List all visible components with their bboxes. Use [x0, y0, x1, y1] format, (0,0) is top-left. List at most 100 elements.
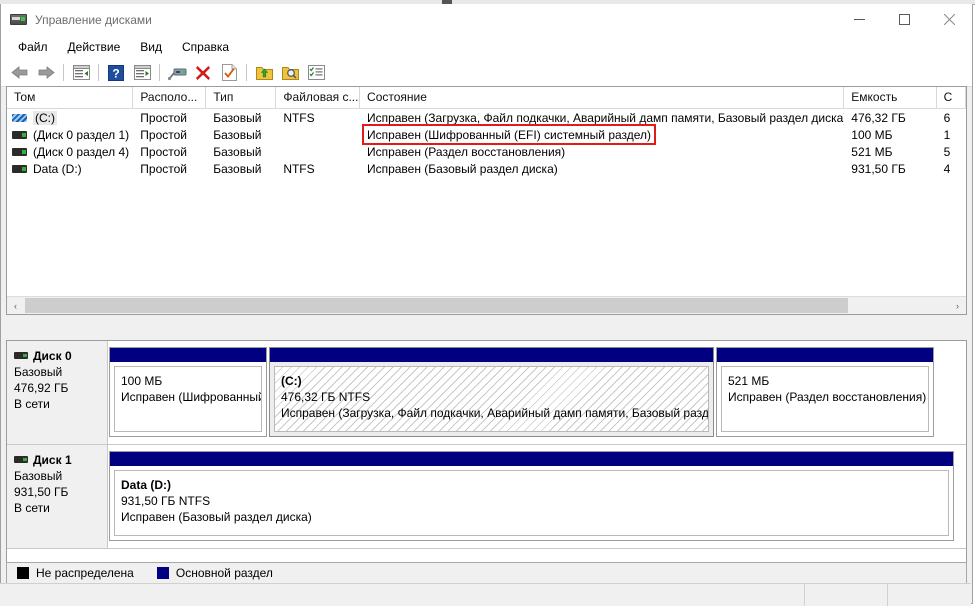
cell-type: Базовый	[213, 127, 262, 142]
scrollbar-track[interactable]	[24, 297, 949, 314]
disk-partitions-0: 100 МБ Исправен (Шифрованный (C:) 476,32…	[108, 341, 966, 444]
table-row[interactable]: (Диск 0 раздел 1) Простой Базовый Исправ…	[7, 126, 966, 143]
column-header-filesystem[interactable]: Файловая с...	[276, 87, 361, 108]
disk-graphical-view[interactable]: Диск 0 Базовый 476,92 ГБ В сети 100 МБ И…	[6, 340, 967, 578]
disk-row-1[interactable]: Диск 1 Базовый 931,50 ГБ В сети Data (D:…	[7, 445, 966, 549]
cell-free: 1	[943, 127, 951, 142]
back-icon[interactable]	[7, 61, 33, 85]
legend-unallocated-swatch	[17, 567, 29, 579]
volume-striped-icon	[12, 113, 27, 123]
toolbar-separator	[246, 64, 247, 81]
table-row[interactable]: Data (D:) Простой Базовый NTFS Исправен …	[7, 160, 966, 177]
volume-name: Data (D:)	[33, 161, 82, 176]
partition-size: 476,32 ГБ NTFS	[281, 390, 371, 404]
partition-label: Data (D:)	[121, 478, 171, 492]
menu-view[interactable]: Вид	[130, 37, 172, 57]
partition-cap	[110, 348, 266, 362]
horizontal-scrollbar[interactable]: ‹ ›	[7, 296, 966, 314]
cell-status: Исправен (Шифрованный (EFI) системный ра…	[366, 127, 652, 142]
partition-body: (C:) 476,32 ГБ NTFS Исправен (Загрузка, …	[274, 366, 709, 432]
cell-volume: Data (D:)	[7, 162, 133, 176]
column-header-capacity[interactable]: Емкость	[844, 87, 937, 108]
cell-free: 6	[943, 110, 951, 125]
column-header-status[interactable]: Состояние	[360, 87, 845, 108]
properties-icon[interactable]	[303, 61, 329, 85]
rescan-disks-icon[interactable]	[164, 61, 190, 85]
volume-name: (Диск 0 раздел 4)	[33, 144, 130, 159]
partition-cap	[717, 348, 933, 362]
legend-primary-partition-label: Основной раздел	[175, 566, 273, 580]
partition-body: 521 МБ Исправен (Раздел восстановления)	[721, 366, 929, 432]
volume-list[interactable]: Том Располо... Тип Файловая с... Состоян…	[6, 86, 967, 315]
delete-icon[interactable]	[190, 61, 216, 85]
partition-recovery[interactable]: 521 МБ Исправен (Раздел восстановления)	[716, 347, 934, 437]
disk-icon	[14, 351, 28, 361]
export-list-icon[interactable]	[251, 61, 277, 85]
column-header-free[interactable]: С	[937, 87, 966, 108]
help-icon[interactable]: ?	[103, 61, 129, 85]
disk-row-0[interactable]: Диск 0 Базовый 476,92 ГБ В сети 100 МБ И…	[7, 341, 966, 445]
menu-action[interactable]: Действие	[58, 37, 131, 57]
table-row[interactable]: (Диск 0 раздел 4) Простой Базовый Исправ…	[7, 143, 966, 160]
disk-management-icon	[10, 12, 27, 27]
search-icon[interactable]	[277, 61, 303, 85]
status-cell-3	[888, 584, 971, 606]
status-bar	[0, 583, 971, 606]
partition-data[interactable]: Data (D:) 931,50 ГБ NTFS Исправен (Базов…	[109, 451, 954, 541]
legend: Не распределена Основной раздел	[6, 562, 967, 584]
menu-file[interactable]: Файл	[8, 37, 58, 57]
cell-capacity: 521 МБ	[851, 144, 893, 159]
cell-layout: Простой	[140, 127, 187, 142]
partition-body: Data (D:) 931,50 ГБ NTFS Исправен (Базов…	[114, 470, 949, 536]
cell-capacity: 476,32 ГБ	[851, 110, 906, 125]
disk-info-0[interactable]: Диск 0 Базовый 476,92 ГБ В сети	[7, 341, 108, 444]
status-cell-2	[805, 584, 888, 606]
volume-icon	[12, 164, 27, 174]
minimize-button[interactable]	[837, 4, 882, 35]
partition-cap	[270, 348, 713, 362]
cell-capacity: 100 МБ	[851, 127, 893, 142]
disk-management-window: Управление дисками Файл Действие Вид Спр…	[0, 0, 975, 606]
partition-body: 100 МБ Исправен (Шифрованный	[114, 366, 262, 432]
cell-layout: Простой	[140, 161, 187, 176]
disk-partitions-1: Data (D:) 931,50 ГБ NTFS Исправен (Базов…	[108, 445, 966, 548]
scrollbar-thumb[interactable]	[25, 298, 848, 313]
partition-size: 100 МБ	[121, 374, 163, 388]
partition-c[interactable]: (C:) 476,32 ГБ NTFS Исправен (Загрузка, …	[269, 347, 714, 437]
column-header-layout[interactable]: Располо...	[133, 87, 207, 108]
maximize-button[interactable]	[882, 4, 927, 35]
properties-pane-icon[interactable]	[129, 61, 155, 85]
disk-title-1: Диск 1	[14, 452, 107, 468]
forward-icon[interactable]	[33, 61, 59, 85]
partition-efi[interactable]: 100 МБ Исправен (Шифрованный	[109, 347, 267, 437]
close-button[interactable]	[927, 4, 972, 35]
volume-icon	[12, 147, 27, 157]
cell-filesystem: NTFS	[283, 161, 315, 176]
window-title: Управление дисками	[35, 12, 152, 27]
disk-type: Базовый	[14, 469, 63, 483]
toolbar-separator	[63, 64, 64, 81]
cell-type: Базовый	[213, 110, 262, 125]
partition-status: Исправен (Базовый раздел диска)	[121, 510, 312, 524]
disk-info-1[interactable]: Диск 1 Базовый 931,50 ГБ В сети	[7, 445, 108, 548]
cell-volume: (C:)	[7, 110, 133, 125]
title-bar: Управление дисками	[1, 4, 972, 35]
show-hide-tree-icon[interactable]	[68, 61, 94, 85]
disk-state: В сети	[14, 501, 50, 515]
check-disk-icon[interactable]	[216, 61, 242, 85]
partition-cap	[110, 452, 953, 466]
cell-status: Исправен (Базовый раздел диска)	[366, 161, 558, 176]
svg-text:?: ?	[112, 66, 119, 80]
menu-help[interactable]: Справка	[172, 37, 239, 57]
column-header-type[interactable]: Тип	[206, 87, 277, 108]
volume-name: (Диск 0 раздел 1)	[33, 127, 130, 142]
cell-type: Базовый	[213, 144, 262, 159]
disk-title-0: Диск 0	[14, 348, 107, 364]
scroll-right-arrow-icon[interactable]: ›	[949, 297, 966, 314]
table-row[interactable]: (C:) Простой Базовый NTFS Исправен (Загр…	[7, 109, 966, 126]
partition-label: (C:)	[281, 374, 302, 388]
cell-status: Исправен (Загрузка, Файл подкачки, Авари…	[366, 110, 845, 125]
column-header-volume[interactable]: Том	[7, 87, 134, 108]
scroll-left-arrow-icon[interactable]: ‹	[7, 297, 24, 314]
cell-type: Базовый	[213, 161, 262, 176]
